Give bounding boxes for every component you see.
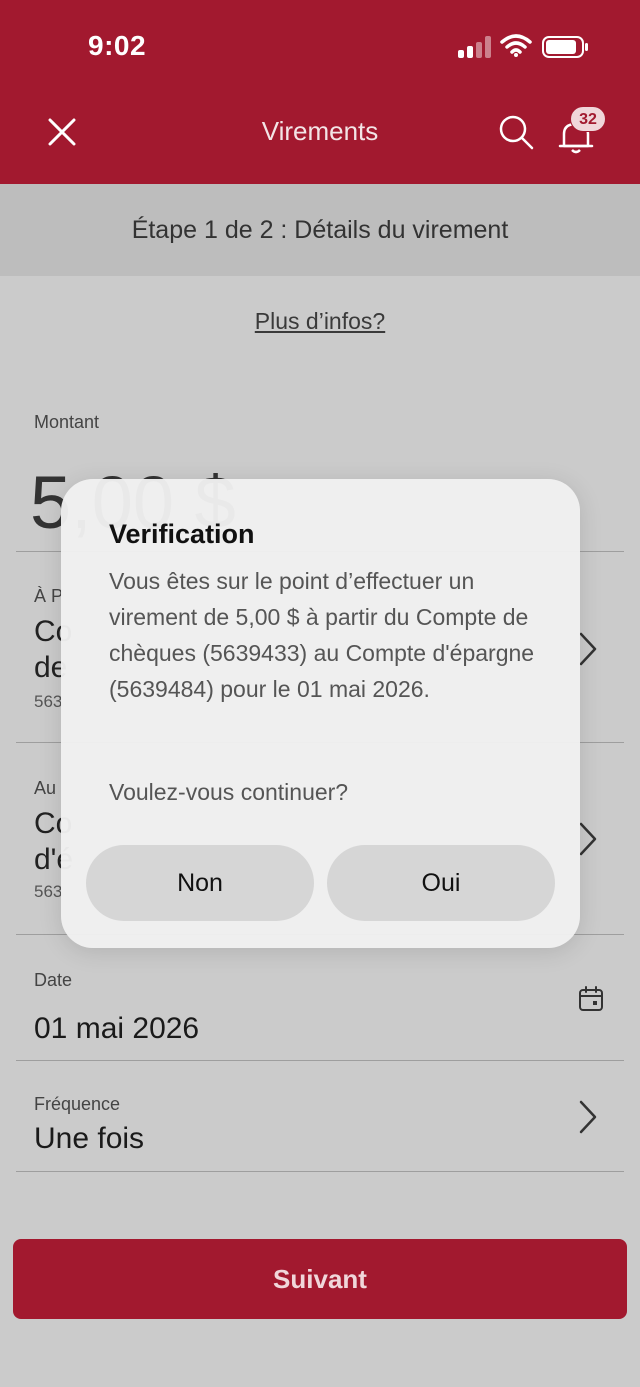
to-account-label: Au — [34, 778, 57, 798]
next-button[interactable]: Suivant — [13, 1239, 627, 1319]
more-info-link[interactable]: Plus d’infos? — [0, 308, 640, 335]
divider — [16, 1060, 624, 1061]
search-icon — [499, 115, 534, 150]
from-account-number: 563 — [34, 692, 63, 711]
from-account-label: À P — [34, 586, 64, 606]
search-button[interactable] — [494, 110, 538, 154]
date-value[interactable]: 01 mai 2026 — [34, 1012, 199, 1046]
divider — [16, 1171, 624, 1172]
verification-dialog: Verification Vous êtes sur le point d’ef… — [61, 479, 580, 948]
dialog-message: Vous êtes sur le point d’effectuer un vi… — [109, 568, 535, 702]
wifi-icon — [500, 34, 532, 57]
dialog-question: Voulez-vous continuer? — [109, 779, 349, 805]
date-label: Date — [34, 970, 73, 990]
dialog-title: Verification — [109, 519, 255, 549]
to-account-number: 563 — [34, 882, 63, 901]
cellular-signal-icon — [458, 36, 492, 58]
step-indicator: Étape 1 de 2 : Détails du virement — [0, 184, 640, 276]
amount-label: Montant — [34, 412, 100, 432]
calendar-icon[interactable] — [578, 986, 604, 1012]
yes-button[interactable]: Oui — [327, 845, 555, 921]
no-button[interactable]: Non — [86, 845, 314, 921]
frequency-label: Fréquence — [34, 1094, 121, 1114]
chevron-right-icon[interactable] — [576, 1098, 600, 1136]
notification-badge: 32 — [570, 106, 606, 132]
page-title: Virements — [261, 116, 379, 146]
status-time: 9:02 — [88, 30, 147, 61]
top-bar: 9:02 Virements 32 — [0, 0, 640, 184]
battery-icon — [542, 36, 588, 58]
frequency-value[interactable]: Une fois — [34, 1122, 144, 1156]
